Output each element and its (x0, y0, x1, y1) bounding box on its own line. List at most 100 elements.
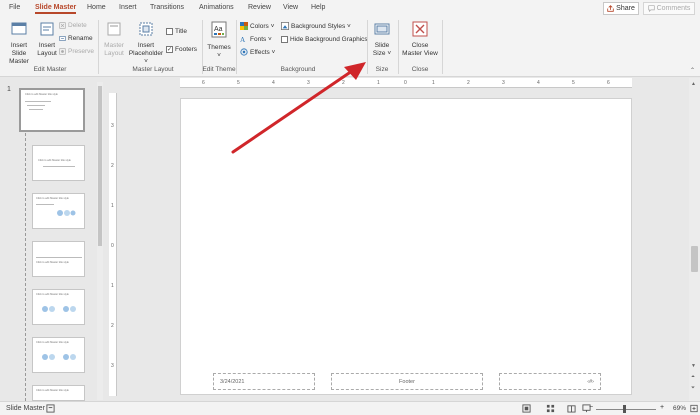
share-button[interactable]: Share (603, 2, 639, 15)
collapse-ribbon-icon[interactable]: ⌃ (690, 67, 695, 74)
master-layout-button[interactable]: Master Layout (101, 21, 127, 58)
scroll-up-icon[interactable]: ▲ (691, 81, 696, 87)
rename-button[interactable]: Rename (59, 35, 93, 42)
delete-button[interactable]: Delete (59, 22, 87, 29)
zoom-out-icon[interactable]: − (589, 404, 593, 411)
themes-button[interactable]: Aa Themes ˅ (205, 21, 233, 60)
ribbon-separator (367, 20, 368, 74)
tab-file[interactable]: File (9, 4, 20, 11)
status-bar: Slide Master − + 69% (0, 401, 700, 415)
layout-thumbnail[interactable]: Click to edit Master title style (32, 145, 85, 181)
scroll-down-icon[interactable]: ▼ (691, 363, 696, 369)
master-layout-label-1: Master (104, 42, 124, 49)
placeholder-icons (42, 354, 76, 360)
tab-view[interactable]: View (283, 4, 298, 11)
title-checkbox[interactable]: Title (166, 28, 187, 35)
background-styles-icon (281, 22, 289, 30)
layout-thumbnail[interactable]: Click to edit Master title style (32, 289, 85, 325)
insert-layout-button[interactable]: Insert Layout (36, 21, 58, 58)
ruler-label: 5 (237, 80, 240, 86)
fonts-button[interactable]: A Fonts ˅ (240, 35, 272, 44)
layout-thumbnail[interactable]: Click to edit Master title style (32, 337, 85, 373)
tab-slide-master[interactable]: Slide Master (35, 4, 77, 14)
footers-checkbox[interactable]: ✓ Footers (166, 46, 197, 53)
next-slide-icon[interactable]: ⏷ (691, 385, 695, 391)
ruler-label: 2 (467, 80, 470, 86)
ruler-label: 1 (377, 80, 380, 86)
zoom-in-icon[interactable]: + (660, 404, 664, 411)
fit-slide-icon[interactable] (690, 404, 698, 413)
footers-check-box[interactable]: ✓ (166, 46, 173, 53)
slide-number: 1 (7, 86, 11, 93)
tab-review[interactable]: Review (248, 4, 271, 11)
effects-button[interactable]: Effects ˅ (240, 48, 275, 56)
hide-background-graphics-check-box[interactable] (281, 36, 288, 43)
tab-animations[interactable]: Animations (199, 4, 234, 11)
svg-text:Aa: Aa (214, 26, 223, 33)
layout-thumbnail[interactable]: Click to edit Master title style (32, 193, 85, 229)
slide-canvas[interactable]: 3/24/2021 Footer ‹#› (180, 98, 632, 395)
ribbon-separator (98, 20, 99, 74)
footer-placeholder[interactable]: Footer (331, 373, 483, 390)
layout-thumbnail[interactable]: Click to edit Master title style (32, 241, 85, 277)
insert-placeholder-button[interactable]: Insert Placeholder ˅ (127, 21, 165, 66)
footer-text: Footer (399, 378, 415, 385)
ruler-label: 1 (432, 80, 435, 86)
main-scrollbar-thumb[interactable] (691, 246, 698, 272)
thumb-title: Click to edit Master title style (36, 389, 69, 392)
ribbon: Insert Slide Master Insert Layout Delete… (0, 17, 700, 77)
ruler-label: 1 (111, 203, 114, 209)
normal-view-icon[interactable] (522, 404, 531, 413)
group-label-size: Size (375, 66, 389, 73)
zoom-slider[interactable] (596, 409, 656, 410)
zoom-slider-knob[interactable] (623, 405, 626, 413)
slide-sorter-icon[interactable] (546, 404, 555, 413)
thumb-title: Click to edit Master title style (36, 341, 69, 344)
previous-slide-icon[interactable]: ⏶ (691, 374, 695, 380)
share-icon (607, 5, 614, 12)
reading-view-icon[interactable] (567, 404, 576, 413)
slide-size-label-1: Slide (374, 42, 390, 49)
date-text: 3/24/2021 (220, 378, 245, 385)
effects-icon (240, 48, 248, 56)
master-thumbnail[interactable]: Click to edit Master title style (19, 88, 85, 132)
tab-transitions[interactable]: Transitions (150, 4, 184, 11)
zoom-level[interactable]: 69% (673, 405, 686, 412)
title-checkbox-label: Title (175, 28, 188, 35)
date-placeholder[interactable]: 3/24/2021 (213, 373, 315, 390)
slide-number-placeholder[interactable]: ‹#› (499, 373, 601, 390)
thumb-line (36, 257, 82, 258)
preserve-button[interactable]: Preserve (59, 48, 94, 55)
close-master-view-button[interactable]: Close Master View (400, 21, 440, 58)
slide-size-button[interactable]: Slide Size ˅ (369, 21, 395, 58)
insert-slide-master-button[interactable]: Insert Slide Master (3, 21, 35, 66)
background-styles-button[interactable]: Background Styles ˅ (281, 22, 351, 30)
ruler-label: 3 (307, 80, 310, 86)
ruler-label: 3 (111, 363, 114, 369)
thumb-title: Click to edit Master title style (25, 93, 58, 96)
thumbnail-scrollbar-thumb[interactable] (98, 86, 102, 246)
title-check-box[interactable] (166, 28, 173, 35)
slide-size-label-2: Size ˅ (372, 50, 392, 57)
thumbnail-scrollbar[interactable] (97, 82, 103, 400)
thumbnail-pane: 1 Click to edit Master title style Click… (0, 78, 105, 401)
tab-help[interactable]: Help (311, 4, 325, 11)
colors-label: Colors ˅ (250, 22, 275, 30)
group-label-close: Close (411, 66, 429, 73)
comments-button[interactable]: Comments (643, 2, 695, 15)
view-name: Slide Master (6, 405, 45, 412)
ruler-label: 5 (572, 80, 575, 86)
tab-home[interactable]: Home (87, 4, 106, 11)
slide-size-icon (374, 23, 390, 35)
horizontal-ruler: 6 5 4 3 2 1 0 1 2 3 4 5 6 (180, 78, 632, 88)
thumb-title: Click to edit Master title style (36, 261, 69, 264)
colors-button[interactable]: Colors ˅ (240, 22, 274, 30)
main-scrollbar[interactable]: ▲ ▼ ⏶ ⏷ (689, 78, 700, 401)
ruler-label: 0 (404, 80, 407, 86)
thumb-title: Click to edit Master title style (36, 293, 69, 296)
ribbon-separator (398, 20, 399, 74)
tab-insert[interactable]: Insert (119, 4, 137, 11)
layout-thumbnail[interactable]: Click to edit Master title style (32, 385, 85, 401)
hide-background-graphics-checkbox[interactable]: Hide Background Graphics (281, 36, 368, 43)
accessibility-icon[interactable] (46, 404, 55, 413)
